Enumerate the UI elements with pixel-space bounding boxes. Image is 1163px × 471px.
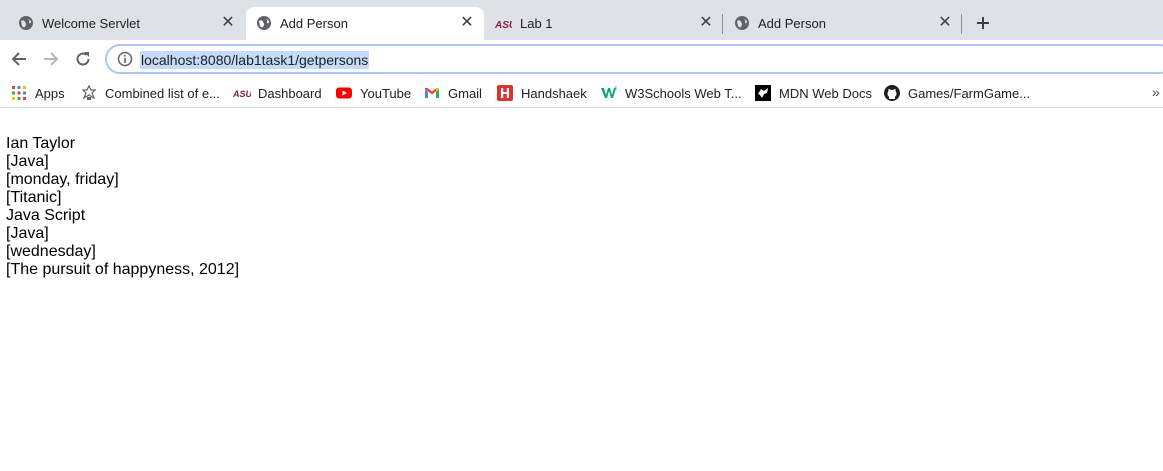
tab-strip: Welcome Servlet ✕ Add Person ✕ ASU Lab 1… <box>0 0 1163 40</box>
bookmark-handshaek[interactable]: Handshaek <box>497 83 587 103</box>
tab-separator <box>961 14 962 34</box>
w3schools-icon: 3 <box>601 86 617 98</box>
person-line: Java Script <box>6 207 86 224</box>
close-tab-icon[interactable]: ✕ <box>698 15 714 31</box>
forward-arrow-icon <box>44 52 59 66</box>
plus-icon <box>977 17 989 29</box>
tab-add-person[interactable]: Add Person ✕ <box>724 7 960 40</box>
globe-icon <box>257 16 271 30</box>
bookmark-label: MDN Web Docs <box>779 85 872 101</box>
tab-separator <box>722 14 723 34</box>
tab-title: Add Person <box>280 16 348 31</box>
gmail-icon <box>425 88 439 98</box>
close-tab-icon[interactable]: ✕ <box>220 15 236 31</box>
reload-icon <box>76 52 90 66</box>
bookmark-dashboard[interactable]: ASU Dashboard <box>233 83 322 103</box>
url-text[interactable]: localhost:8080/lab1task1/getpersons <box>140 51 370 69</box>
svg-text:ASU: ASU <box>494 20 512 31</box>
tab-add-person-active[interactable]: Add Person ✕ <box>246 7 484 40</box>
forward-button[interactable] <box>40 48 62 70</box>
tab-title: Welcome Servlet <box>42 16 141 31</box>
bookmark-games-farmgame[interactable]: Games/FarmGame... <box>884 83 1030 103</box>
bookmark-label: Games/FarmGame... <box>908 85 1031 101</box>
page-content: Ian Taylor [Java] [monday, friday] [Tita… <box>0 109 1163 471</box>
handshake-icon <box>497 85 513 101</box>
new-tab-button[interactable] <box>972 12 994 34</box>
person-line: [wednesday] <box>6 243 96 260</box>
asu-logo-icon: ASU <box>494 20 512 31</box>
globe-icon <box>735 16 749 30</box>
bookmark-label: W3Schools Web T... <box>625 85 742 101</box>
person-line: [monday, friday] <box>6 171 119 188</box>
tab-welcome-servlet[interactable]: Welcome Servlet ✕ <box>8 7 243 40</box>
tab-title: Add Person <box>758 16 826 31</box>
bookmark-youtube[interactable]: YouTube <box>336 83 411 103</box>
person-line: [Java] <box>6 225 49 242</box>
bookmark-gmail[interactable]: Gmail <box>424 83 482 103</box>
bookmark-combined-list[interactable]: Combined list of e... <box>81 83 220 103</box>
bookmark-label: Gmail <box>448 85 482 101</box>
bookmarks-bar: Apps Combined list of e... ASU Dashboard… <box>0 78 1163 108</box>
person-line: [Java] <box>6 153 49 170</box>
bookmark-w3schools[interactable]: 3 W3Schools Web T... <box>601 83 742 103</box>
person-line: Ian Taylor <box>6 135 76 152</box>
globe-icon <box>19 16 33 30</box>
person-line: [The pursuit of happyness, 2012] <box>6 261 240 278</box>
bookmark-label: Apps <box>35 85 65 101</box>
asu-logo-icon: ASU <box>233 89 251 99</box>
more-bookmarks-chevron-icon[interactable]: » <box>1152 84 1160 100</box>
close-tab-icon[interactable]: ✕ <box>459 15 475 31</box>
back-button[interactable] <box>8 48 30 70</box>
apps-grid-icon <box>12 86 26 100</box>
youtube-icon <box>336 87 352 99</box>
back-arrow-icon <box>11 52 26 66</box>
browser-toolbar: localhost:8080/lab1task1/getpersons <box>0 40 1163 78</box>
mdn-icon <box>755 85 771 101</box>
svg-text:ASU: ASU <box>233 89 251 99</box>
bookmark-label: Dashboard <box>258 85 322 101</box>
svg-text:3: 3 <box>614 86 617 92</box>
bookmark-label: Handshaek <box>521 85 587 101</box>
close-tab-icon[interactable]: ✕ <box>937 15 953 31</box>
bookmark-label: YouTube <box>360 85 412 101</box>
address-bar[interactable]: localhost:8080/lab1task1/getpersons <box>105 44 1163 74</box>
tab-title: Lab 1 <box>520 16 553 31</box>
info-icon[interactable] <box>117 51 133 67</box>
bookmark-mdn[interactable]: MDN Web Docs <box>755 83 872 103</box>
bookmark-label: Combined list of e... <box>105 85 220 101</box>
tab-lab-1[interactable]: ASU Lab 1 ✕ <box>486 7 721 40</box>
github-icon <box>884 85 900 101</box>
person-line: [Titanic] <box>6 189 62 206</box>
combined-list-icon <box>81 85 97 100</box>
bookmark-apps[interactable]: Apps <box>11 83 65 103</box>
reload-button[interactable] <box>72 48 94 70</box>
